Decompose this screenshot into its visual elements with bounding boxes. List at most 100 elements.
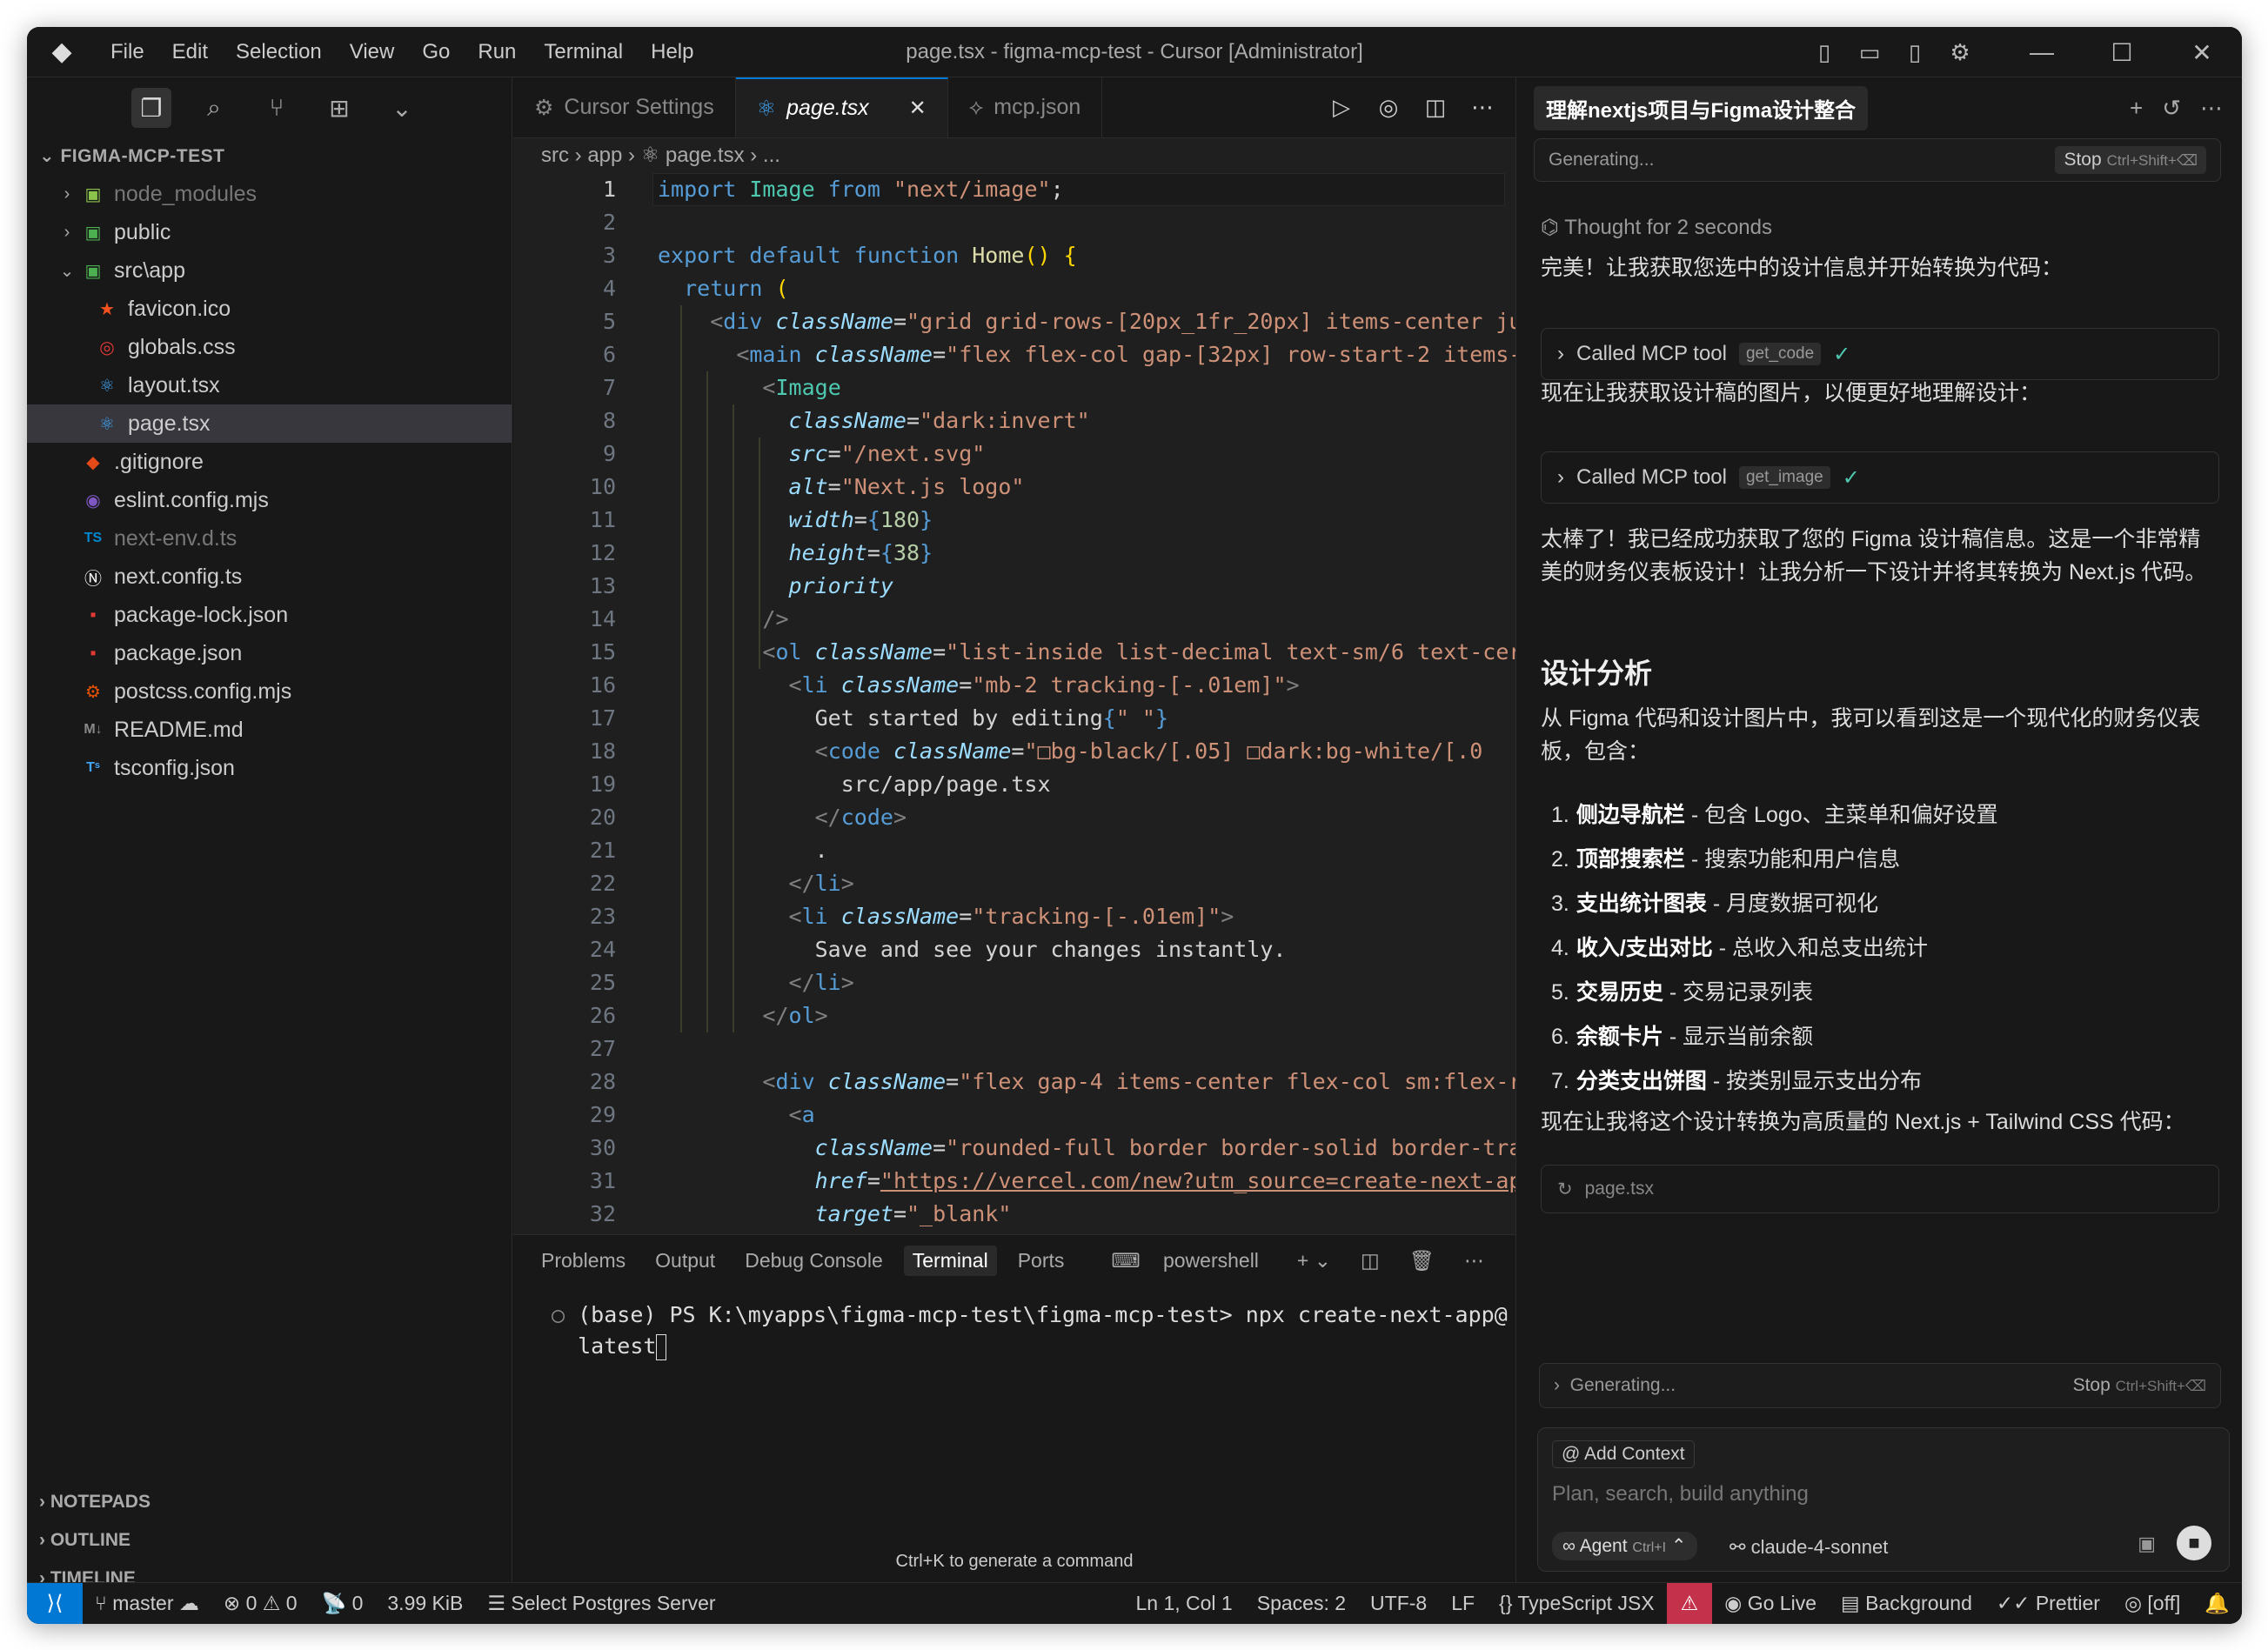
mcp-tool-call-get-image[interactable]: › Called MCP tool get_image ✓ [1541, 451, 2219, 504]
code-token: } [1154, 705, 1169, 731]
tree-item[interactable]: ⌄ ▣ src\app [27, 251, 512, 290]
more-icon[interactable]: ⋯ [1455, 1246, 1493, 1276]
explorer-files-icon[interactable]: ❐ [131, 88, 171, 128]
menu-item-view[interactable]: View [336, 27, 409, 77]
new-terminal-icon[interactable]: + ⌄ [1288, 1246, 1340, 1276]
cursor-position[interactable]: Ln 1, Col 1 [1123, 1592, 1244, 1615]
code-token: href [814, 1168, 867, 1193]
model-select[interactable]: ⚯ claude-4-sonnet [1729, 1536, 1888, 1559]
postgres-server-status[interactable]: ☰ Select Postgres Server [475, 1592, 727, 1615]
source-control-icon[interactable]: ⑂ [257, 88, 297, 128]
tree-item[interactable]: Tˢ tsconfig.json [27, 749, 512, 787]
mcp-tool-call-get-code[interactable]: › Called MCP tool get_code ✓ [1541, 328, 2219, 380]
tree-item[interactable]: › ▣ node_modules [27, 175, 512, 213]
new-chat-icon[interactable]: + [2130, 95, 2143, 122]
agent-mode-select[interactable]: ∞ Agent Ctrl+I ⌃ [1552, 1532, 1697, 1560]
outline-section[interactable]: › OUTLINE [27, 1521, 512, 1560]
menu-item-help[interactable]: Help [637, 27, 707, 77]
tree-item[interactable]: ★ favicon.ico [27, 290, 512, 328]
terminal-output[interactable]: ○ (base) PS K:\myapps\figma-mcp-test\fig… [513, 1286, 1515, 1362]
tree-item[interactable]: TS next-env.d.ts [27, 519, 512, 558]
trash-icon[interactable]: 🗑 [1401, 1246, 1443, 1276]
tree-item[interactable]: ⚙ postcss.config.mjs [27, 672, 512, 711]
problems-status[interactable]: ⊗ 0 ⚠ 0 [211, 1592, 310, 1615]
outline-label: OUTLINE [50, 1530, 130, 1550]
copilot-status[interactable]: ◎ [off] [2112, 1592, 2192, 1615]
remote-icon[interactable]: ⟩⟨ [27, 1582, 83, 1624]
code-editor[interactable]: 1 import Image from "next/image"; 2 3 expor… [513, 173, 1515, 1234]
menu-item-edit[interactable]: Edit [158, 27, 222, 77]
ports-status[interactable]: 📡 0 [310, 1592, 376, 1615]
generating-status-bottom[interactable]: › Generating... Stop Ctrl+Shift+⌫ [1539, 1363, 2221, 1408]
settings-gear-icon[interactable]: ⚙ [1937, 27, 1983, 77]
branch-status[interactable]: ⑂ master ☁ [83, 1592, 211, 1615]
encoding[interactable]: UTF-8 [1358, 1592, 1439, 1615]
menu-item-go[interactable]: Go [408, 27, 464, 77]
tree-item[interactable]: ⚛ layout.tsx [27, 366, 512, 404]
chat-icon[interactable]: ◎ [1373, 94, 1404, 121]
tab-output[interactable]: Output [646, 1246, 724, 1276]
indentation[interactable]: Spaces: 2 [1245, 1592, 1358, 1615]
menu-item-selection[interactable]: Selection [222, 27, 336, 77]
minimize-icon[interactable]: — [2002, 27, 2082, 77]
menu-item-terminal[interactable]: Terminal [530, 27, 637, 77]
tab-mcp-json[interactable]: ⟡ mcp.json [948, 77, 1103, 137]
tree-item[interactable]: › ▣ public [27, 213, 512, 251]
thought-line[interactable]: ⌬ Thought for 2 seconds [1541, 211, 2219, 244]
run-icon[interactable]: ▷ [1326, 94, 1357, 121]
file-chip-page-tsx[interactable]: ↻ page.tsx [1541, 1165, 2219, 1213]
tree-item[interactable]: ◆ .gitignore [27, 443, 512, 481]
notepads-section[interactable]: › NOTEPADS [27, 1483, 512, 1521]
menu-item-run[interactable]: Run [464, 27, 530, 77]
go-live[interactable]: ◉ Go Live [1712, 1592, 1829, 1615]
close-window-icon[interactable]: ✕ [2162, 27, 2242, 77]
maximize-icon[interactable]: ☐ [2082, 27, 2162, 77]
more-actions-icon[interactable]: ⋯ [1467, 94, 1498, 121]
toggle-panel-icon[interactable]: ▭ [1847, 27, 1892, 77]
tab-ports[interactable]: Ports [1009, 1246, 1074, 1276]
explorer-root-header[interactable]: ⌄ FIGMA-MCP-TEST [27, 138, 512, 175]
stop-button[interactable]: Stop Ctrl+Shift+⌫ [2055, 146, 2206, 174]
tab-debug-console[interactable]: Debug Console [736, 1246, 892, 1276]
search-icon[interactable]: ⌕ [194, 88, 234, 128]
close-tab-icon[interactable]: ✕ [909, 96, 927, 121]
tab-page-tsx[interactable]: ⚛ page.tsx ✕ [735, 77, 948, 137]
terminal-shell-select[interactable]: ⌨ powershell [1094, 1246, 1276, 1276]
add-context-button[interactable]: @ Add Context [1552, 1440, 1695, 1468]
tree-item[interactable]: ▪ package-lock.json [27, 596, 512, 634]
react-icon: ⚛ [99, 414, 115, 434]
split-editor-icon[interactable]: ◫ [1420, 94, 1451, 121]
line-ending[interactable]: LF [1439, 1592, 1487, 1615]
tree-item[interactable]: ▪ package.json [27, 634, 512, 672]
more-icon[interactable]: ⋯ [2200, 95, 2223, 122]
tab-cursor-settings[interactable]: ⚙ Cursor Settings [513, 77, 736, 137]
notifications-bell-icon[interactable]: 🔔 [2192, 1592, 2242, 1615]
cursor-logo-icon[interactable]: ◆ [27, 27, 97, 77]
split-terminal-icon[interactable]: ◫ [1352, 1246, 1388, 1276]
background-status[interactable]: ▤ Background [1829, 1592, 1984, 1615]
markdown-icon: M↓ [84, 722, 103, 737]
tree-item[interactable]: ◉ eslint.config.mjs [27, 481, 512, 519]
tree-item[interactable]: Ⓝnext.config.ts [27, 558, 512, 596]
prettier-status[interactable]: ✓✓ Prettier [1984, 1592, 2112, 1615]
tree-item[interactable]: ⚛ page.tsx [27, 404, 512, 443]
image-attach-icon[interactable]: ▣ [2138, 1533, 2156, 1555]
tree-item[interactable]: M↓ README.md [27, 711, 512, 749]
toggle-sidebar-icon[interactable]: ▯ [1802, 27, 1847, 77]
stop-generation-button[interactable]: ■ [2177, 1526, 2211, 1560]
chat-input[interactable]: Plan, search, build anything [1552, 1482, 1809, 1506]
history-icon[interactable]: ↺ [2162, 95, 2181, 122]
tree-item[interactable]: ◎ globals.css [27, 328, 512, 366]
tab-terminal[interactable]: Terminal [903, 1245, 997, 1276]
chat-tab-title[interactable]: 理解nextjs项目与Figma设计整合 [1534, 85, 1869, 130]
language-mode[interactable]: {} TypeScript JSX [1487, 1592, 1667, 1615]
chevron-down-icon[interactable]: ⌄ [382, 88, 422, 128]
extensions-icon[interactable]: ⊞ [319, 88, 359, 128]
toggle-secondary-sidebar-icon[interactable]: ▯ [1892, 27, 1937, 77]
tree-item-label: globals.css [128, 334, 236, 359]
alert-icon[interactable]: ⚠ [1666, 1582, 1713, 1624]
menu-item-file[interactable]: File [97, 27, 158, 77]
breadcrumb[interactable]: src › app › ⚛ page.tsx › ... [513, 138, 1515, 173]
stop-button-bottom[interactable]: Stop Ctrl+Shift+⌫ [2073, 1375, 2206, 1396]
tab-problems[interactable]: Problems [532, 1246, 634, 1276]
